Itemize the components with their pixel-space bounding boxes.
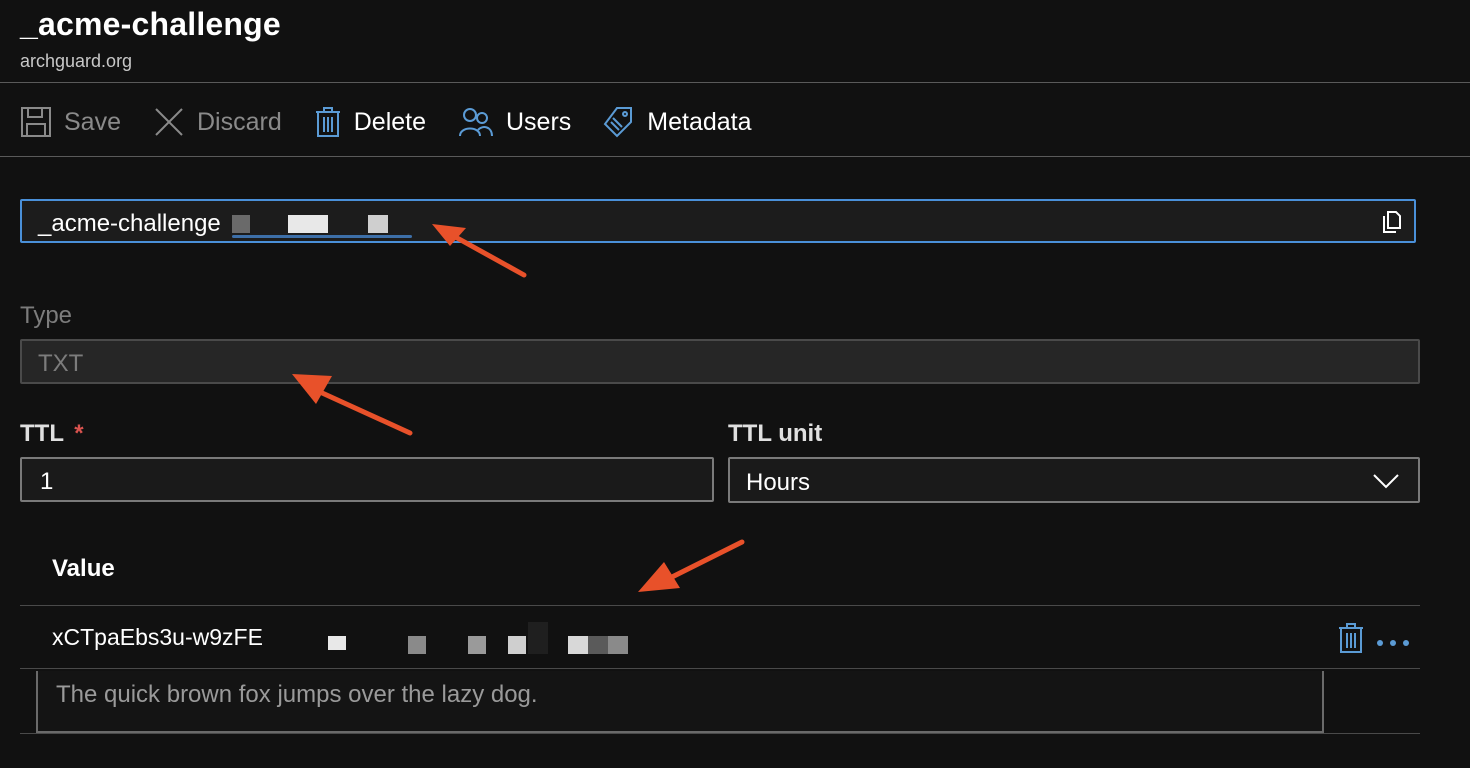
trash-icon[interactable] [1338, 622, 1364, 659]
save-icon [20, 106, 52, 138]
required-marker: * [74, 420, 84, 447]
ttl-unit-value: Hours [746, 469, 811, 496]
metadata-icon [603, 106, 635, 138]
type-value: TXT [38, 350, 84, 377]
metadata-label: Metadata [647, 107, 752, 136]
users-button[interactable]: Users [458, 102, 571, 142]
annotation-arrow [638, 539, 745, 592]
users-icon [458, 106, 494, 138]
annotation-arrow [432, 224, 527, 278]
delete-button[interactable]: Delete [314, 102, 426, 142]
redacted-block [288, 215, 328, 233]
more-icon[interactable] [1376, 634, 1410, 652]
discard-button[interactable]: Discard [153, 102, 282, 142]
ttl-label: TTL * [20, 420, 84, 448]
redacted-underline [232, 235, 412, 238]
toolbar-divider [0, 156, 1470, 157]
ttl-label-text: TTL [20, 420, 64, 447]
ttl-value: 1 [40, 468, 54, 495]
ttl-unit-select[interactable]: Hours [728, 457, 1420, 503]
annotation-arrow [292, 374, 413, 436]
new-value-textarea[interactable]: The quick brown fox jumps over the lazy … [36, 671, 1324, 733]
discard-icon [153, 106, 185, 138]
header-divider [0, 82, 1470, 83]
redacted-block [368, 215, 388, 233]
metadata-button[interactable]: Metadata [603, 102, 752, 142]
type-label: Type [20, 302, 73, 329]
save-label: Save [64, 107, 121, 136]
users-label: Users [506, 107, 572, 136]
type-field: TXT [20, 339, 1420, 384]
discard-label: Discard [196, 107, 282, 136]
delete-label: Delete [353, 107, 426, 136]
new-value-placeholder: The quick brown fox jumps over the lazy … [56, 681, 538, 708]
value-column-header: Value [52, 555, 115, 582]
record-name-field[interactable]: _acme-challenge [20, 199, 1416, 243]
value-row-text[interactable]: xCTpaEbs3u-w9zFE [52, 624, 263, 651]
ttl-unit-label: TTL unit [728, 420, 823, 447]
delete-icon [314, 106, 342, 138]
save-button[interactable]: Save [20, 102, 121, 142]
copy-icon[interactable] [1380, 210, 1402, 239]
page-subtitle: archguard.org [20, 51, 133, 71]
toolbar: Save Discard Delete Users Metadata [20, 102, 752, 142]
chevron-down-icon [1372, 471, 1400, 496]
table-bottom-divider [20, 733, 1420, 734]
ttl-input[interactable]: 1 [20, 457, 714, 502]
record-name-value: _acme-challenge [38, 210, 221, 237]
row-divider [20, 668, 1420, 669]
table-header-divider [20, 605, 1420, 606]
page-title: _acme-challenge [20, 6, 281, 42]
redacted-block [232, 215, 250, 233]
redacted-value [280, 614, 640, 658]
